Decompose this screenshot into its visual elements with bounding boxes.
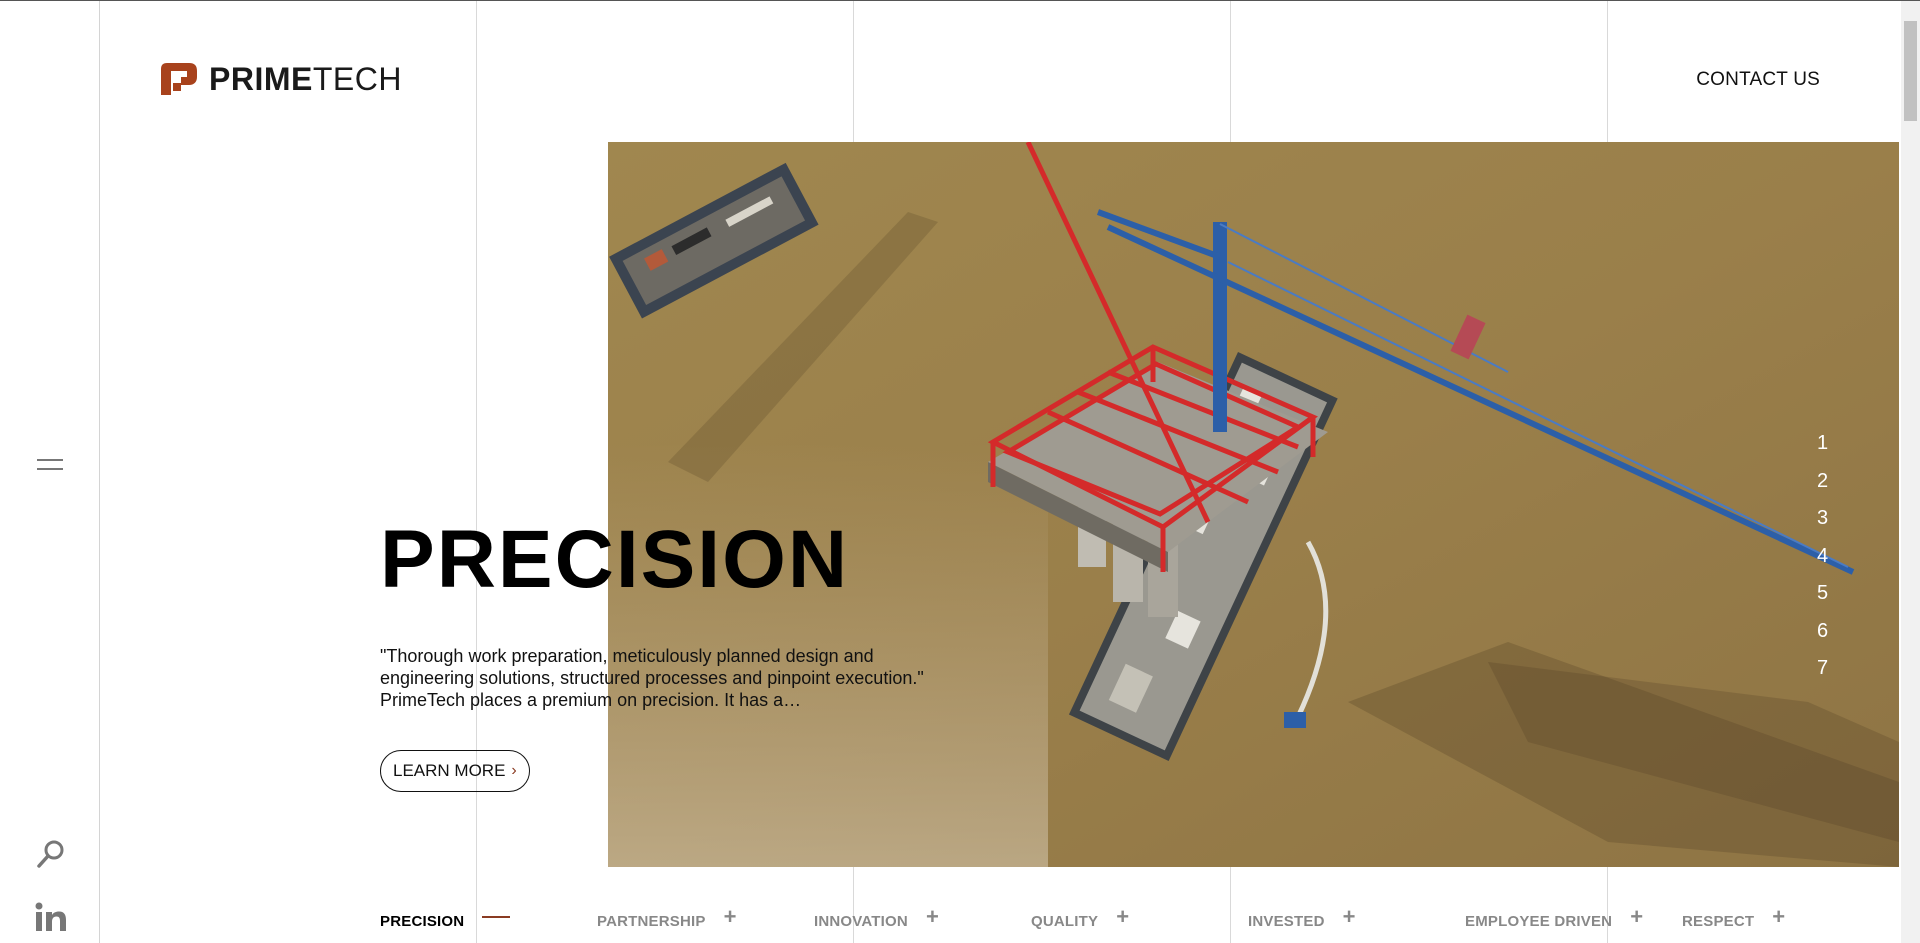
active-indicator-icon [482, 916, 511, 918]
tab-precision[interactable]: PRECISION [380, 906, 597, 936]
tab-label: QUALITY [1031, 912, 1099, 930]
hamburger-icon[interactable] [37, 459, 63, 479]
slide-number[interactable]: 6 [1817, 617, 1828, 655]
hero-image [608, 142, 1899, 867]
tab-employee-driven[interactable]: EMPLOYEE DRIVEN + [1465, 906, 1682, 936]
tab-innovation[interactable]: INNOVATION + [814, 906, 1031, 936]
menu-bar [37, 468, 63, 470]
page-scrollbar[interactable] [1901, 1, 1920, 943]
tab-quality[interactable]: QUALITY + [1031, 906, 1248, 936]
plus-icon: + [1772, 904, 1786, 929]
plus-icon: + [1630, 904, 1644, 929]
tab-respect[interactable]: RESPECT + [1682, 906, 1899, 936]
slide-number[interactable]: 5 [1817, 579, 1828, 617]
scrollbar-thumb[interactable] [1904, 21, 1917, 121]
plus-icon: + [723, 904, 737, 929]
left-rail [0, 1, 100, 943]
logo-text-light: TECH [312, 61, 402, 97]
learn-more-button[interactable]: LEARN MORE › [380, 750, 530, 792]
grid-line [476, 1, 477, 943]
slide-number[interactable]: 4 [1817, 542, 1828, 580]
value-tabs: PRECISION PARTNERSHIP + INNOVATION + QUA… [380, 906, 1899, 936]
tab-label: RESPECT [1682, 912, 1755, 930]
page: PRIMETECH CONTACT US 1 2 3 4 5 6 7 PRECI… [0, 0, 1920, 943]
menu-bar [37, 459, 63, 461]
logo-wordmark: PRIMETECH [209, 63, 402, 95]
hero-quote: "Thorough work preparation, meticulously… [380, 646, 924, 710]
slide-pager: 1 2 3 4 5 6 7 [1817, 429, 1828, 692]
hero-title: PRECISION [380, 514, 850, 605]
plus-icon: + [1116, 904, 1130, 929]
slide-number[interactable]: 3 [1817, 504, 1828, 542]
plus-icon: + [1342, 904, 1356, 929]
slide-number[interactable]: 2 [1817, 467, 1828, 505]
plus-icon: + [925, 904, 939, 929]
tab-label: PARTNERSHIP [597, 912, 706, 930]
contact-us-link[interactable]: CONTACT US [1696, 69, 1820, 91]
tab-label: PRECISION [380, 912, 465, 930]
primetech-logo-icon [161, 63, 197, 95]
tab-invested[interactable]: INVESTED + [1248, 906, 1465, 936]
linkedin-icon[interactable] [35, 902, 67, 934]
slide-number[interactable]: 7 [1817, 654, 1828, 692]
slide-number[interactable]: 1 [1817, 429, 1828, 467]
search-icon[interactable] [36, 839, 66, 869]
logo-text-bold: PRIME [209, 61, 313, 97]
site-logo[interactable]: PRIMETECH [159, 59, 402, 99]
chevron-right-icon: › [511, 762, 517, 779]
tab-label: INNOVATION [814, 912, 908, 930]
tab-partnership[interactable]: PARTNERSHIP + [597, 906, 814, 936]
tab-label: EMPLOYEE DRIVEN [1465, 912, 1613, 930]
tab-label: INVESTED [1248, 912, 1325, 930]
learn-more-label: LEARN MORE [393, 761, 506, 780]
